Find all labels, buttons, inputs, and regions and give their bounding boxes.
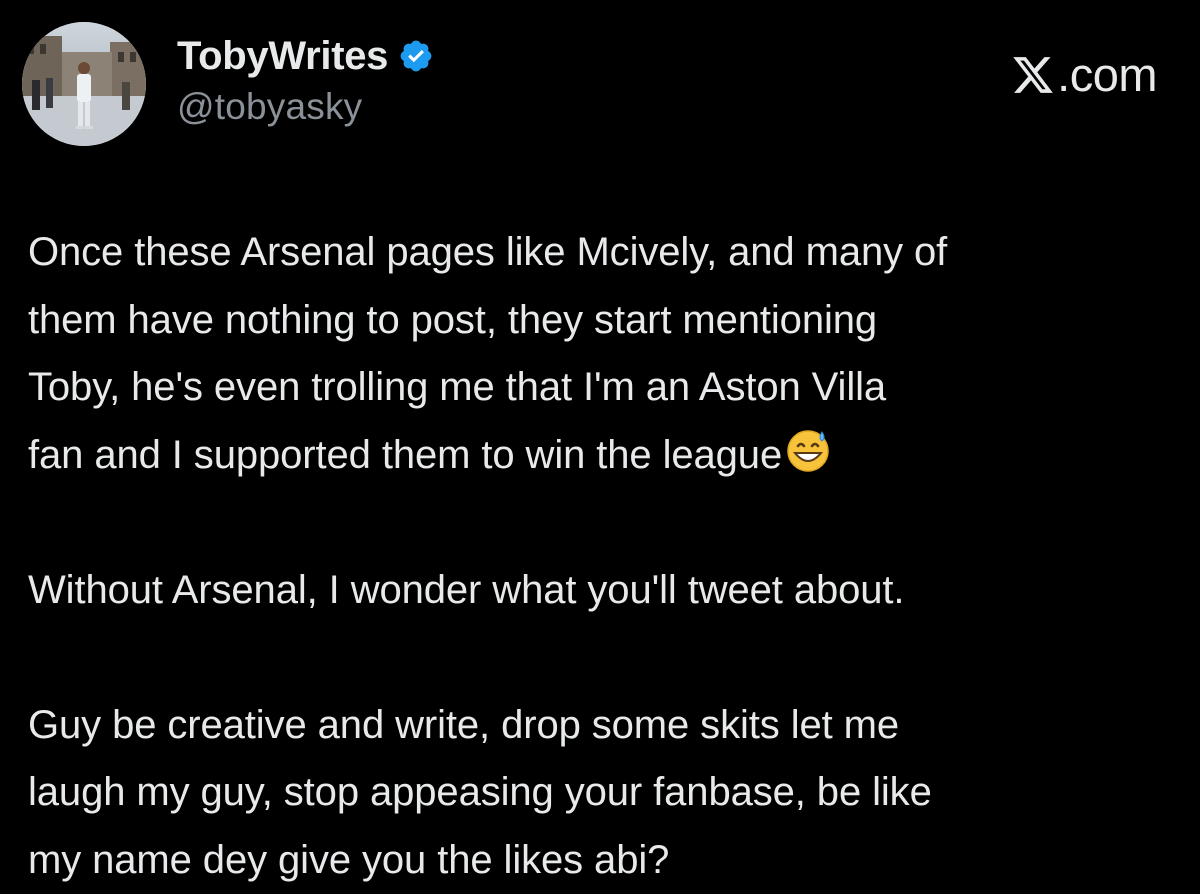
paragraph-gap [28,624,1178,692]
name-row: TobyWrites [177,32,434,80]
x-logo-icon [1011,53,1055,97]
brand-watermark: .com [1011,50,1157,100]
avatar[interactable] [22,22,146,146]
tweet-card: TobyWrites @tobyasky .com Once these A [0,0,1200,893]
tweet-line: Once these Arsenal pages like Mcively, a… [28,219,1178,287]
paragraph-gap [28,489,1178,557]
tweet-line: fan and I supported them to win the leag… [28,433,782,477]
tweet-line: my name dey give you the likes abi? [28,827,1178,894]
tweet-body: Once these Arsenal pages like Mcively, a… [28,219,1178,894]
user-info: TobyWrites @tobyasky [177,32,434,128]
tweet-line-with-emoji: fan and I supported them to win the leag… [28,422,1178,490]
tweet-paragraph: Guy be creative and write, drop some ski… [28,692,1178,894]
tweet-paragraph: Without Arsenal, I wonder what you'll tw… [28,557,1178,625]
tweet-line: them have nothing to post, they start me… [28,287,1178,355]
tweet-paragraph: Once these Arsenal pages like Mcively, a… [28,219,1178,489]
grinning-face-with-sweat-emoji [784,426,832,474]
tweet-line: Guy be creative and write, drop some ski… [28,692,1178,760]
display-name[interactable]: TobyWrites [177,34,388,79]
brand-domain-text: .com [1057,50,1157,100]
user-handle[interactable]: @tobyasky [177,86,434,128]
tweet-line: laugh my guy, stop appeasing your fanbas… [28,759,1178,827]
tweet-header: TobyWrites @tobyasky .com [22,22,1182,147]
tweet-line: Without Arsenal, I wonder what you'll tw… [28,557,1178,625]
tweet-line: Toby, he's even trolling me that I'm an … [28,354,1178,422]
verified-badge-icon [398,38,434,74]
avatar-photo [22,22,146,146]
